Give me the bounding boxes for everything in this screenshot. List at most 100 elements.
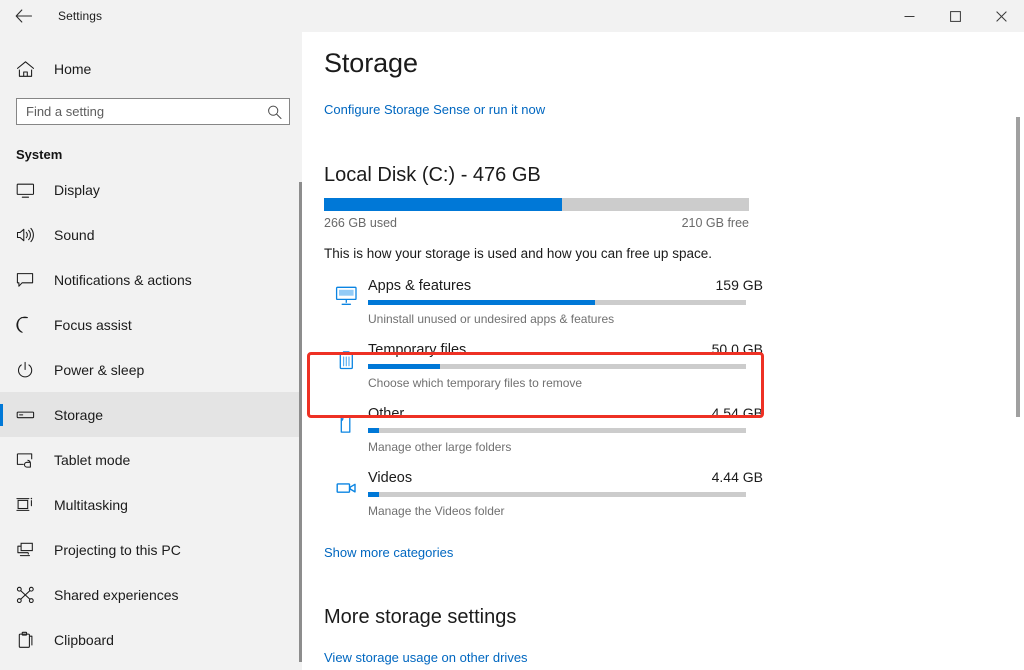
sidebar-item-notifications[interactable]: Notifications & actions [0,257,302,302]
category-size: 50.0 GB [711,341,763,357]
storage-category-list: Apps & features 159 GB Uninstall unused … [324,274,764,530]
sidebar-item-focus-assist[interactable]: Focus assist [0,302,302,347]
category-subtitle: Uninstall unused or undesired apps & fea… [368,312,615,326]
sidebar-item-label: Display [54,181,100,198]
notification-icon [16,271,46,289]
drive-icon [16,406,46,424]
sidebar-item-label: Projecting to this PC [54,541,181,558]
sidebar-item-label: Multitasking [54,496,128,513]
disk-usage-legend: 266 GB used 210 GB free [324,216,749,230]
moon-icon [16,316,46,334]
show-more-categories-link[interactable]: Show more categories [324,545,453,560]
local-disk-title: Local Disk (C:) - 476 GB [324,164,541,186]
monitor-icon [16,181,46,199]
content-scrollbar-thumb[interactable] [1016,117,1020,417]
category-usage-bar [368,300,746,305]
apps-features-icon [324,277,368,338]
sidebar-group-header: System [16,147,63,162]
main-content: Storage Configure Storage Sense or run i… [302,32,1024,670]
category-size: 159 GB [715,277,763,293]
video-camera-icon [324,469,368,530]
category-name: Other [368,406,405,422]
title-bar: Settings [0,0,1024,32]
category-header: Other 4.54 GB [368,405,763,422]
category-usage-bar [368,364,746,369]
maximize-button[interactable] [932,0,978,32]
sidebar-item-label: Tablet mode [54,451,131,468]
category-name: Apps & features [368,278,472,294]
sidebar-item-projecting[interactable]: Projecting to this PC [0,527,302,572]
sidebar-item-label: Storage [54,406,104,423]
category-body: Other 4.54 GB Manage other large folders [368,405,764,466]
sidebar-item-power-sleep[interactable]: Power & sleep [0,347,302,392]
category-subtitle: Manage the Videos folder [368,504,505,518]
sidebar-item-label: Power & sleep [54,361,145,378]
settings-sidebar: Home System [0,32,302,670]
category-row-other[interactable]: Other 4.54 GB Manage other large folders [324,402,764,466]
category-size: 4.54 GB [711,405,763,421]
selection-indicator [0,403,3,426]
category-usage-bar [368,428,746,433]
configure-storage-sense-link[interactable]: Configure Storage Sense or run it now [324,102,545,117]
category-header: Videos 4.44 GB [368,469,763,486]
search-icon [267,104,282,119]
sidebar-item-label: Shared experiences [54,586,179,603]
sidebar-item-tablet-mode[interactable]: Tablet mode [0,437,302,482]
disk-used-label: 266 GB used [324,216,397,230]
search-box[interactable] [16,98,290,125]
project-icon [16,541,46,559]
category-header: Temporary files 50.0 GB [368,341,763,358]
category-row-apps-features[interactable]: Apps & features 159 GB Uninstall unused … [324,274,764,338]
back-button[interactable] [0,0,46,32]
disk-usage-bar [324,198,749,211]
app-title: Settings [58,9,103,23]
category-usage-fill [368,492,380,497]
category-subtitle: Choose which temporary files to remove [368,376,583,390]
title-bar-left: Settings [0,0,103,32]
view-storage-other-drives-link[interactable]: View storage usage on other drives [324,650,528,665]
category-size: 4.44 GB [711,469,763,485]
sidebar-item-label: Focus assist [54,316,132,333]
sidebar-home-label: Home [54,61,92,77]
category-row-temporary-files[interactable]: Temporary files 50.0 GB Choose which tem… [324,338,764,402]
category-body: Videos 4.44 GB Manage the Videos folder [368,469,764,530]
multitasking-icon [16,496,46,514]
power-icon [16,361,46,379]
clipboard-icon [16,631,46,649]
category-usage-bar [368,492,746,497]
trash-icon [324,341,368,402]
category-usage-fill [368,300,595,305]
minimize-button[interactable] [886,0,932,32]
category-subtitle: Manage other large folders [368,440,512,454]
sidebar-item-storage[interactable]: Storage [0,392,302,437]
disk-usage-fill [324,198,562,211]
page-title: Storage [324,48,418,78]
category-name: Videos [368,470,413,486]
sidebar-item-clipboard[interactable]: Clipboard [0,617,302,662]
category-header: Apps & features 159 GB [368,277,763,294]
sidebar-item-multitasking[interactable]: Multitasking [0,482,302,527]
category-row-videos[interactable]: Videos 4.44 GB Manage the Videos folder [324,466,764,530]
more-storage-settings-title: More storage settings [324,606,517,628]
tablet-icon [16,451,46,469]
disk-free-label: 210 GB free [681,216,749,230]
sidebar-scrollbar[interactable] [299,182,302,662]
sidebar-item-sound[interactable]: Sound [0,212,302,257]
share-icon [16,586,46,604]
home-icon [16,60,46,78]
category-name: Temporary files [368,342,467,358]
window-controls [886,0,1024,32]
close-button[interactable] [978,0,1024,32]
sidebar-item-display[interactable]: Display [0,167,302,212]
sidebar-item-home[interactable]: Home [0,49,302,89]
storage-description: This is how your storage is used and how… [324,246,712,261]
folder-icon [324,405,368,466]
sidebar-item-shared-experiences[interactable]: Shared experiences [0,572,302,617]
settings-window: Settings Home Find a setting System Disp… [0,0,1024,670]
sidebar-item-label: Notifications & actions [54,271,192,288]
category-body: Apps & features 159 GB Uninstall unused … [368,277,764,338]
category-usage-fill [368,364,440,369]
sidebar-item-label: Sound [54,226,95,243]
sidebar-item-label: Clipboard [54,631,114,648]
search-input[interactable] [17,100,257,123]
